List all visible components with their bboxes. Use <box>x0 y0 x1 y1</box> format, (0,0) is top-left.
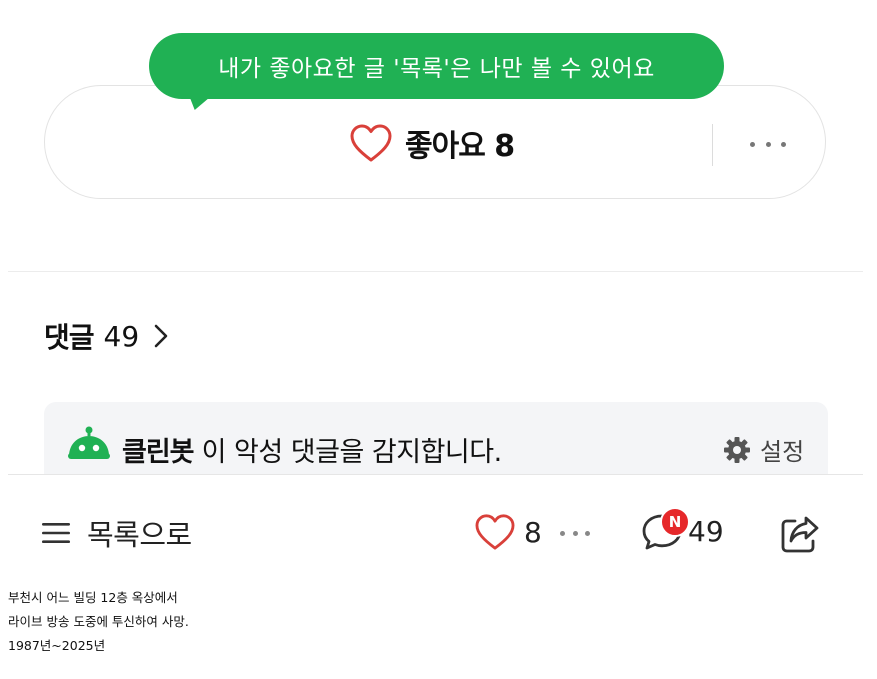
settings-label: 설정 <box>760 438 805 466</box>
more-dots-icon[interactable] <box>750 138 786 150</box>
caption-line: 1987년~2025년 <box>8 638 106 653</box>
cleanbot-name: 클린봇 <box>122 437 195 468</box>
tooltip-tail <box>184 96 212 110</box>
back-to-list-button[interactable]: 목록으로 <box>41 512 192 554</box>
caption-line: 부천시 어느 빌딩 12층 옥상에서 <box>8 590 178 605</box>
bottom-comment-count: 49 <box>688 514 724 548</box>
comments-count: 49 <box>103 319 140 353</box>
new-comment-badge: N <box>660 507 690 537</box>
section-divider <box>8 271 863 272</box>
heart-outline-icon <box>350 124 392 162</box>
tooltip-bubble: 내가 좋아요한 글 '목록'은 나만 볼 수 있어요 <box>149 33 724 99</box>
comments-header-link[interactable]: 댓글 49 <box>44 316 169 356</box>
comments-title: 댓글 <box>44 321 95 354</box>
gear-icon <box>724 436 750 463</box>
like-count: 8 <box>494 129 515 164</box>
like-panel: 좋아요 8 <box>44 85 826 199</box>
heart-outline-icon <box>475 514 515 550</box>
bottom-action-bar: 목록으로 8 49 N <box>0 475 877 585</box>
menu-icon <box>42 523 70 543</box>
post-caption: 부천시 어느 빌딩 12층 옥상에서 라이브 방송 도중에 투신하여 사망. 1… <box>8 586 189 658</box>
like-label: 좋아요 8 <box>405 129 515 164</box>
tooltip-text: 내가 좋아요한 글 '목록'은 나만 볼 수 있어요 <box>218 56 655 82</box>
cleanbot-robot-icon <box>68 426 110 459</box>
more-dots-icon[interactable] <box>560 529 590 537</box>
like-divider <box>712 124 713 166</box>
caption-line: 라이브 방송 도중에 투신하여 사망. <box>8 614 189 629</box>
bottom-like-count: 8 <box>524 515 542 549</box>
back-to-list-label: 목록으로 <box>87 518 192 552</box>
chevron-right-icon <box>154 324 168 348</box>
bottom-like-button[interactable]: 8 <box>474 513 542 551</box>
share-icon[interactable] <box>778 513 822 555</box>
like-button[interactable]: 좋아요 8 <box>349 123 515 164</box>
cleanbot-banner: 클린봇 이 악성 댓글을 감지합니다. 설정 <box>44 402 828 482</box>
cleanbot-message: 클린봇 이 악성 댓글을 감지합니다. <box>122 437 502 468</box>
cleanbot-settings-button[interactable]: 설정 <box>722 432 804 467</box>
